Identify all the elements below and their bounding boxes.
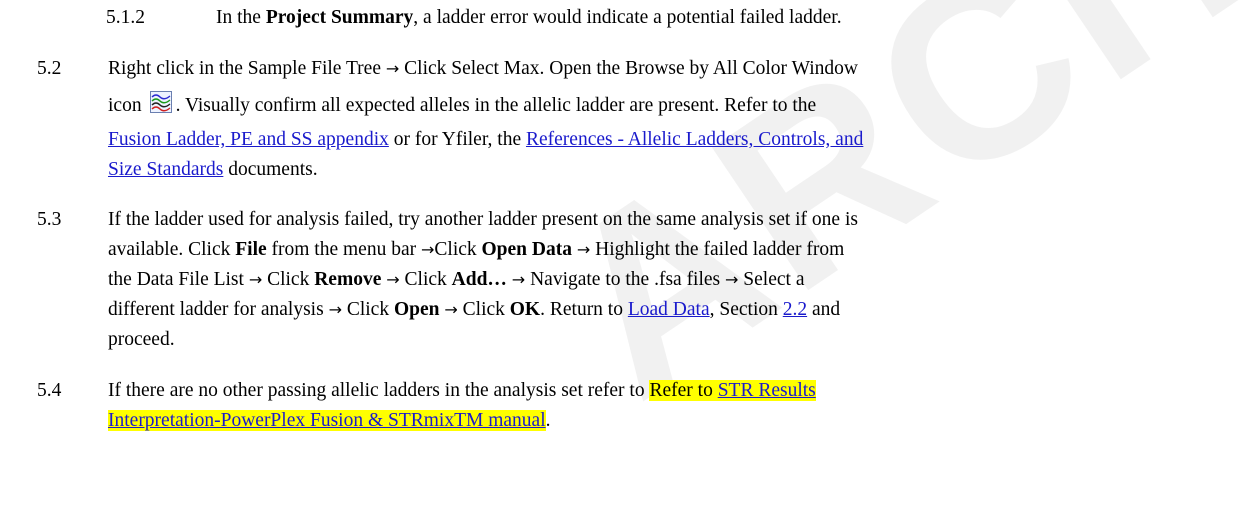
arrow-right-icon: → bbox=[511, 270, 526, 289]
text: the Data File List bbox=[108, 269, 249, 290]
arrow-right-icon: → bbox=[386, 270, 400, 289]
text: . Return to bbox=[540, 299, 628, 320]
bold-text: Open Data bbox=[481, 239, 572, 260]
str-results-interpretation-link-cont[interactable]: Interpretation-PowerPlex Fusion & STRmix… bbox=[108, 410, 546, 431]
section-number: 5.3 bbox=[37, 209, 62, 230]
section-text: In the Project Summary, a ladder error w… bbox=[216, 2, 842, 33]
text: In the bbox=[216, 7, 266, 28]
browse-all-colors-icon[interactable] bbox=[149, 91, 172, 113]
section-5-3-line-2: available. Click File from the menu bar … bbox=[108, 234, 844, 265]
text: icon bbox=[108, 95, 142, 116]
bold-text: OK bbox=[509, 299, 541, 320]
text: Click bbox=[341, 299, 394, 320]
section-5-3-line-1: If the ladder used for analysis failed, … bbox=[108, 204, 858, 235]
arrow-right-icon: → bbox=[444, 300, 458, 319]
text: documents. bbox=[223, 159, 318, 180]
text: Select a bbox=[738, 269, 805, 290]
size-standards-link[interactable]: Size Standards bbox=[108, 159, 223, 180]
text: . bbox=[545, 410, 551, 431]
section-5-3-line-4: different ladder for analysis → Click Op… bbox=[108, 294, 840, 325]
section-2-2-link[interactable]: 2.2 bbox=[783, 299, 807, 320]
section-number: 5.4 bbox=[37, 380, 62, 401]
text: , Section bbox=[709, 299, 783, 320]
section-5-2-line-1: Right click in the Sample File Tree → Cl… bbox=[108, 53, 858, 84]
text: Click bbox=[262, 269, 315, 290]
text: Right click in the Sample File Tree bbox=[108, 58, 386, 79]
fusion-ladder-appendix-link[interactable]: Fusion Ladder, PE and SS appendix bbox=[108, 129, 389, 150]
section-5-2-line-4: Size Standards documents. bbox=[108, 154, 318, 185]
highlighted-text: Refer to bbox=[649, 380, 713, 401]
section-number: 5.1.2 bbox=[106, 7, 145, 28]
text: Click Select Max. Open the Browse by All… bbox=[399, 58, 858, 79]
text: If there are no other passing allelic la… bbox=[108, 380, 650, 401]
text: Highlight the failed ladder from bbox=[590, 239, 845, 260]
section-5-2-line-2: icon . Visually confirm all expected all… bbox=[108, 90, 816, 121]
section-5-4-line-2: Interpretation-PowerPlex Fusion & STRmix… bbox=[108, 405, 551, 436]
bold-text: Open bbox=[393, 299, 440, 320]
bold-text: Project Summary bbox=[265, 7, 414, 28]
text: , a ladder error would indicate a potent… bbox=[413, 7, 842, 28]
load-data-link[interactable]: Load Data bbox=[628, 299, 710, 320]
section-5-2-line-3: Fusion Ladder, PE and SS appendix or for… bbox=[108, 124, 863, 155]
section-5-3-line-5: proceed. bbox=[108, 324, 175, 355]
bold-text: Add… bbox=[451, 269, 507, 290]
text: Click bbox=[434, 239, 482, 260]
arrow-right-icon: → bbox=[420, 240, 435, 259]
text: or for Yfiler, the bbox=[388, 129, 526, 150]
section-5-3-line-3: the Data File List → Click Remove → Clic… bbox=[108, 264, 804, 295]
arrow-right-icon: → bbox=[385, 59, 400, 78]
arrow-right-icon: → bbox=[248, 270, 263, 289]
text: proceed. bbox=[108, 329, 175, 350]
text: available. Click bbox=[108, 239, 236, 260]
bold-text: Remove bbox=[314, 269, 382, 290]
text: different ladder for analysis bbox=[108, 299, 329, 320]
arrow-right-icon: → bbox=[725, 270, 739, 289]
arrow-right-icon: → bbox=[328, 300, 342, 319]
text: from the menu bar bbox=[266, 239, 421, 260]
references-allelic-ladders-link[interactable]: References - Allelic Ladders, Controls, … bbox=[526, 129, 863, 150]
text: Click bbox=[399, 269, 452, 290]
bold-text: File bbox=[235, 239, 267, 260]
text: Click bbox=[457, 299, 510, 320]
highlighted-text bbox=[712, 380, 718, 401]
text: If the ladder used for analysis failed, … bbox=[108, 209, 858, 230]
text: . Visually confirm all expected alleles … bbox=[175, 95, 817, 116]
section-5-4-line-1: If there are no other passing allelic la… bbox=[108, 375, 816, 406]
arrow-right-icon: → bbox=[576, 240, 591, 259]
text: and bbox=[807, 299, 841, 320]
str-results-interpretation-link[interactable]: STR Results bbox=[717, 380, 816, 401]
text: Navigate to the .fsa files bbox=[525, 269, 726, 290]
section-number: 5.2 bbox=[37, 58, 62, 79]
